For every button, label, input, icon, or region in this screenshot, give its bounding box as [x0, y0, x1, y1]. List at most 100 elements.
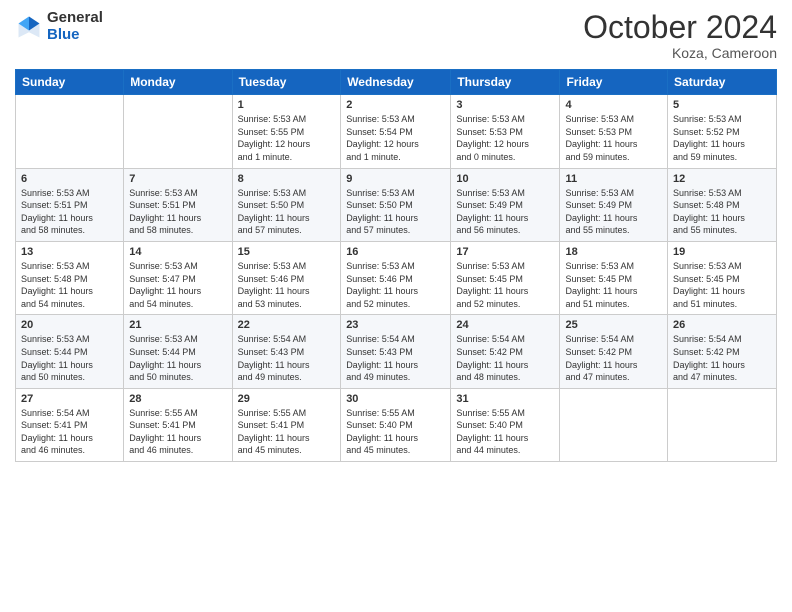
- day-number: 21: [129, 319, 226, 331]
- day-number: 16: [346, 246, 445, 258]
- calendar-cell: 6 Sunrise: 5:53 AM Sunset: 5:51 PM Daylig…: [16, 168, 124, 241]
- logo-blue: Blue: [47, 27, 103, 44]
- day-info: Sunrise: 5:55 AM Sunset: 5:40 PM Dayligh…: [346, 407, 445, 457]
- day-number: 28: [129, 393, 226, 405]
- day-info: Sunrise: 5:53 AM Sunset: 5:52 PM Dayligh…: [673, 113, 771, 163]
- day-info: Sunrise: 5:53 AM Sunset: 5:45 PM Dayligh…: [673, 260, 771, 310]
- day-number: 11: [565, 173, 662, 185]
- col-header-monday: Monday: [124, 70, 232, 95]
- logo-icon: [15, 13, 43, 41]
- col-header-tuesday: Tuesday: [232, 70, 341, 95]
- day-info: Sunrise: 5:54 AM Sunset: 5:41 PM Dayligh…: [21, 407, 118, 457]
- day-number: 4: [565, 99, 662, 111]
- calendar-cell: 10Sunrise: 5:53 AM Sunset: 5:49 PM Dayli…: [451, 168, 560, 241]
- calendar-cell: 11 Sunrise: 5:53 AM Sunset: 5:49 PM Dayli…: [560, 168, 668, 241]
- day-number: 14: [129, 246, 226, 258]
- day-info: Sunrise: 5:53 AM Sunset: 5:54 PM Dayligh…: [346, 113, 445, 163]
- day-number: 19: [673, 246, 771, 258]
- day-number: 7: [129, 173, 226, 185]
- day-info: Sunrise: 5:53 AM Sunset: 5:48 PM Dayligh…: [21, 260, 118, 310]
- day-number: 25: [565, 319, 662, 331]
- day-info: Sunrise: 5:54 AM Sunset: 5:43 PM Dayligh…: [346, 333, 445, 383]
- day-info: Sunrise: 5:55 AM Sunset: 5:41 PM Dayligh…: [129, 407, 226, 457]
- calendar-week-row: 13 Sunrise: 5:53 AM Sunset: 5:48 PM Dayli…: [16, 241, 777, 314]
- logo-general: General: [47, 10, 103, 27]
- calendar-cell: 28 Sunrise: 5:55 AM Sunset: 5:41 PM Dayli…: [124, 388, 232, 461]
- day-info: Sunrise: 5:53 AM Sunset: 5:46 PM Dayligh…: [346, 260, 445, 310]
- day-number: 24: [456, 319, 554, 331]
- calendar-cell: 15Sunrise: 5:53 AM Sunset: 5:46 PM Dayli…: [232, 241, 341, 314]
- calendar-cell: [668, 388, 777, 461]
- day-info: Sunrise: 5:53 AM Sunset: 5:45 PM Dayligh…: [565, 260, 662, 310]
- day-info: Sunrise: 5:53 AM Sunset: 5:44 PM Dayligh…: [129, 333, 226, 383]
- day-number: 27: [21, 393, 118, 405]
- calendar-cell: 7 Sunrise: 5:53 AM Sunset: 5:51 PM Daylig…: [124, 168, 232, 241]
- calendar-cell: 27 Sunrise: 5:54 AM Sunset: 5:41 PM Dayli…: [16, 388, 124, 461]
- day-number: 20: [21, 319, 118, 331]
- day-number: 2: [346, 99, 445, 111]
- calendar-cell: 26 Sunrise: 5:54 AM Sunset: 5:42 PM Dayli…: [668, 315, 777, 388]
- day-info: Sunrise: 5:55 AM Sunset: 5:40 PM Dayligh…: [456, 407, 554, 457]
- calendar-week-row: 6 Sunrise: 5:53 AM Sunset: 5:51 PM Daylig…: [16, 168, 777, 241]
- calendar-week-row: 27 Sunrise: 5:54 AM Sunset: 5:41 PM Dayli…: [16, 388, 777, 461]
- calendar-cell: 1 Sunrise: 5:53 AM Sunset: 5:55 PM Daylig…: [232, 95, 341, 168]
- calendar-cell: 8 Sunrise: 5:53 AM Sunset: 5:50 PM Daylig…: [232, 168, 341, 241]
- calendar-cell: 30Sunrise: 5:55 AM Sunset: 5:40 PM Dayli…: [341, 388, 451, 461]
- col-header-wednesday: Wednesday: [341, 70, 451, 95]
- calendar-cell: 3 Sunrise: 5:53 AM Sunset: 5:53 PM Daylig…: [451, 95, 560, 168]
- day-number: 10: [456, 173, 554, 185]
- calendar-cell: 2 Sunrise: 5:53 AM Sunset: 5:54 PM Daylig…: [341, 95, 451, 168]
- title-block: October 2024 Koza, Cameroon: [583, 10, 777, 61]
- day-info: Sunrise: 5:55 AM Sunset: 5:41 PM Dayligh…: [238, 407, 336, 457]
- day-info: Sunrise: 5:53 AM Sunset: 5:44 PM Dayligh…: [21, 333, 118, 383]
- calendar-cell: 4Sunrise: 5:53 AM Sunset: 5:53 PM Daylig…: [560, 95, 668, 168]
- day-info: Sunrise: 5:54 AM Sunset: 5:42 PM Dayligh…: [673, 333, 771, 383]
- calendar-cell: 13 Sunrise: 5:53 AM Sunset: 5:48 PM Dayli…: [16, 241, 124, 314]
- calendar-cell: 5 Sunrise: 5:53 AM Sunset: 5:52 PM Daylig…: [668, 95, 777, 168]
- calendar-header-row: SundayMondayTuesdayWednesdayThursdayFrid…: [16, 70, 777, 95]
- day-number: 29: [238, 393, 336, 405]
- day-number: 26: [673, 319, 771, 331]
- col-header-thursday: Thursday: [451, 70, 560, 95]
- calendar-table: SundayMondayTuesdayWednesdayThursdayFrid…: [15, 69, 777, 462]
- day-info: Sunrise: 5:53 AM Sunset: 5:51 PM Dayligh…: [129, 187, 226, 237]
- day-info: Sunrise: 5:53 AM Sunset: 5:50 PM Dayligh…: [238, 187, 336, 237]
- day-info: Sunrise: 5:53 AM Sunset: 5:45 PM Dayligh…: [456, 260, 554, 310]
- day-number: 6: [21, 173, 118, 185]
- calendar-cell: 19 Sunrise: 5:53 AM Sunset: 5:45 PM Dayli…: [668, 241, 777, 314]
- calendar-cell: 14Sunrise: 5:53 AM Sunset: 5:47 PM Dayli…: [124, 241, 232, 314]
- day-number: 9: [346, 173, 445, 185]
- day-number: 3: [456, 99, 554, 111]
- calendar-cell: 12 Sunrise: 5:53 AM Sunset: 5:48 PM Dayli…: [668, 168, 777, 241]
- day-info: Sunrise: 5:53 AM Sunset: 5:48 PM Dayligh…: [673, 187, 771, 237]
- day-number: 1: [238, 99, 336, 111]
- day-number: 15: [238, 246, 336, 258]
- day-number: 5: [673, 99, 771, 111]
- day-info: Sunrise: 5:53 AM Sunset: 5:53 PM Dayligh…: [456, 113, 554, 163]
- calendar-cell: 31 Sunrise: 5:55 AM Sunset: 5:40 PM Dayli…: [451, 388, 560, 461]
- day-number: 17: [456, 246, 554, 258]
- day-number: 18: [565, 246, 662, 258]
- header: General Blue October 2024 Koza, Cameroon: [15, 10, 777, 61]
- col-header-sunday: Sunday: [16, 70, 124, 95]
- logo: General Blue: [15, 10, 103, 43]
- page: General Blue October 2024 Koza, Cameroon…: [0, 0, 792, 612]
- day-info: Sunrise: 5:54 AM Sunset: 5:42 PM Dayligh…: [565, 333, 662, 383]
- day-number: 23: [346, 319, 445, 331]
- calendar-week-row: 20 Sunrise: 5:53 AM Sunset: 5:44 PM Dayli…: [16, 315, 777, 388]
- calendar-cell: [560, 388, 668, 461]
- calendar-cell: 9Sunrise: 5:53 AM Sunset: 5:50 PM Daylig…: [341, 168, 451, 241]
- day-number: 12: [673, 173, 771, 185]
- day-number: 8: [238, 173, 336, 185]
- calendar-cell: [16, 95, 124, 168]
- day-info: Sunrise: 5:53 AM Sunset: 5:49 PM Dayligh…: [565, 187, 662, 237]
- day-info: Sunrise: 5:53 AM Sunset: 5:55 PM Dayligh…: [238, 113, 336, 163]
- day-number: 13: [21, 246, 118, 258]
- calendar-cell: 20 Sunrise: 5:53 AM Sunset: 5:44 PM Dayli…: [16, 315, 124, 388]
- logo-text: General Blue: [47, 10, 103, 43]
- day-number: 31: [456, 393, 554, 405]
- location: Koza, Cameroon: [583, 45, 777, 61]
- day-info: Sunrise: 5:53 AM Sunset: 5:51 PM Dayligh…: [21, 187, 118, 237]
- day-number: 22: [238, 319, 336, 331]
- calendar-cell: 24Sunrise: 5:54 AM Sunset: 5:42 PM Dayli…: [451, 315, 560, 388]
